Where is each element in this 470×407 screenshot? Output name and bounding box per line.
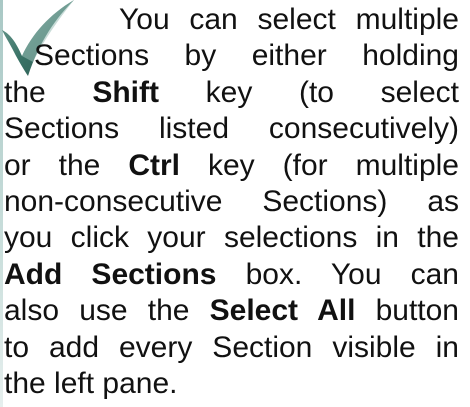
tip-callout: You can select multiple Sections by eithe… bbox=[0, 0, 470, 407]
bold-term: Ctrl bbox=[128, 148, 180, 182]
bold-term: Add Sections bbox=[4, 257, 217, 291]
text-run: the bbox=[4, 75, 93, 109]
tip-line: Add Sections box. You can bbox=[4, 257, 459, 293]
text-run: to add every Section visible in bbox=[4, 330, 459, 364]
tip-paragraph: You can select multiple Sections by eithe… bbox=[4, 2, 459, 402]
bold-term: Shift bbox=[92, 75, 159, 109]
tip-line: you click your selections in the bbox=[4, 220, 459, 256]
tip-line: the left pane. bbox=[4, 366, 459, 402]
tip-line: Sections by either holding bbox=[4, 38, 459, 74]
tip-line: non-consecutive Sections) as bbox=[4, 184, 459, 220]
text-run: Sections listed consecutively) bbox=[4, 112, 459, 146]
tip-line: Sections listed consecutively) bbox=[4, 111, 459, 147]
tip-line: the Shift key (to select bbox=[4, 75, 459, 111]
tip-line: or the Ctrl key (for multiple bbox=[4, 148, 459, 184]
text-run: button bbox=[355, 294, 459, 328]
bold-term: Select All bbox=[209, 294, 356, 328]
text-run: you click your selections in the bbox=[4, 221, 459, 255]
text-run: box. You can bbox=[216, 257, 459, 291]
text-run: key (for multiple bbox=[180, 148, 459, 182]
tip-line: to add every Section visible in bbox=[4, 330, 459, 366]
text-run: You can select multiple bbox=[119, 3, 459, 36]
tip-line: You can select multiple bbox=[4, 2, 459, 38]
text-run: the left pane. bbox=[4, 367, 178, 401]
text-run: or the bbox=[4, 148, 129, 182]
text-run: non-consecutive Sections) as bbox=[4, 185, 459, 219]
tip-line: also use the Select All button bbox=[4, 293, 459, 329]
text-run: Sections by either holding bbox=[34, 39, 459, 73]
text-run: also use the bbox=[4, 294, 210, 328]
text-run: key (to select bbox=[159, 75, 459, 109]
